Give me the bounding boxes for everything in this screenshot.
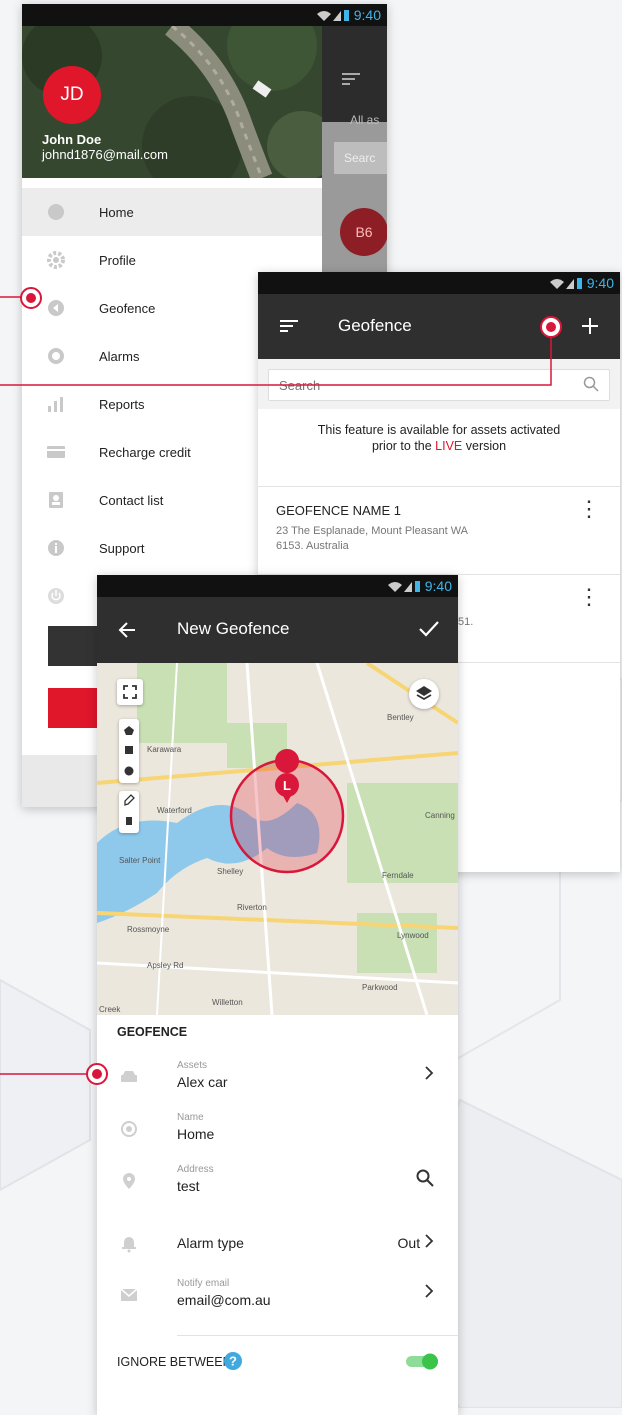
callout-lines [0, 296, 552, 1075]
callout-dot-add-button [540, 316, 562, 338]
callout-dot-geofence-form [86, 1063, 108, 1085]
callout-dot-geofence-nav [20, 287, 42, 309]
